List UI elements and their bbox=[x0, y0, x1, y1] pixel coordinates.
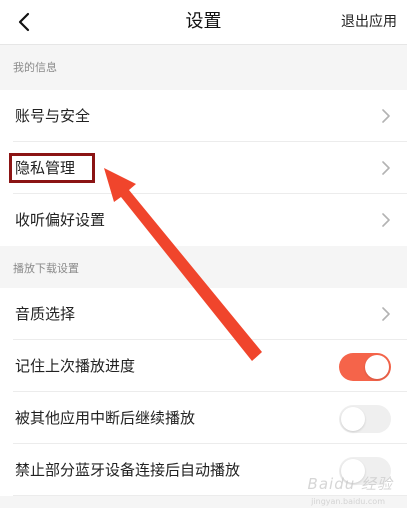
row-account-security[interactable]: 账号与安全 bbox=[0, 90, 407, 142]
resume-after-interrupt-toggle[interactable] bbox=[339, 405, 391, 433]
row-label: 账号与安全 bbox=[15, 90, 90, 142]
chevron-right-icon bbox=[381, 213, 391, 227]
watermark-url: jingyan.baidu.com bbox=[311, 497, 385, 506]
toggle-knob bbox=[365, 355, 389, 379]
row-label: 隐私管理 bbox=[15, 142, 75, 194]
nav-bar: 设置 退出应用 bbox=[0, 0, 407, 45]
row-resume-after-interrupt: 被其他应用中断后继续播放 bbox=[0, 392, 407, 444]
row-label: 禁止部分蓝牙设备连接后自动播放 bbox=[15, 444, 240, 496]
remember-progress-toggle[interactable] bbox=[339, 353, 391, 381]
exit-app-button[interactable]: 退出应用 bbox=[341, 0, 397, 44]
watermark-logo: Baidu 经验 bbox=[308, 473, 393, 494]
row-privacy-management[interactable]: 隐私管理 bbox=[0, 142, 407, 194]
section-header-playback-download: 播放下载设置 bbox=[0, 246, 407, 292]
row-listening-preferences[interactable]: 收听偏好设置 bbox=[0, 194, 407, 246]
section-header-my-info: 我的信息 bbox=[0, 45, 407, 91]
row-label: 音质选择 bbox=[15, 288, 75, 340]
row-label: 记住上次播放进度 bbox=[15, 340, 135, 392]
row-remember-progress: 记住上次播放进度 bbox=[0, 340, 407, 392]
chevron-right-icon bbox=[381, 307, 391, 321]
chevron-right-icon bbox=[381, 109, 391, 123]
chevron-right-icon bbox=[381, 161, 391, 175]
toggle-knob bbox=[341, 407, 365, 431]
row-audio-quality[interactable]: 音质选择 bbox=[0, 288, 407, 340]
row-label: 被其他应用中断后继续播放 bbox=[15, 392, 195, 444]
row-label: 收听偏好设置 bbox=[15, 194, 105, 246]
